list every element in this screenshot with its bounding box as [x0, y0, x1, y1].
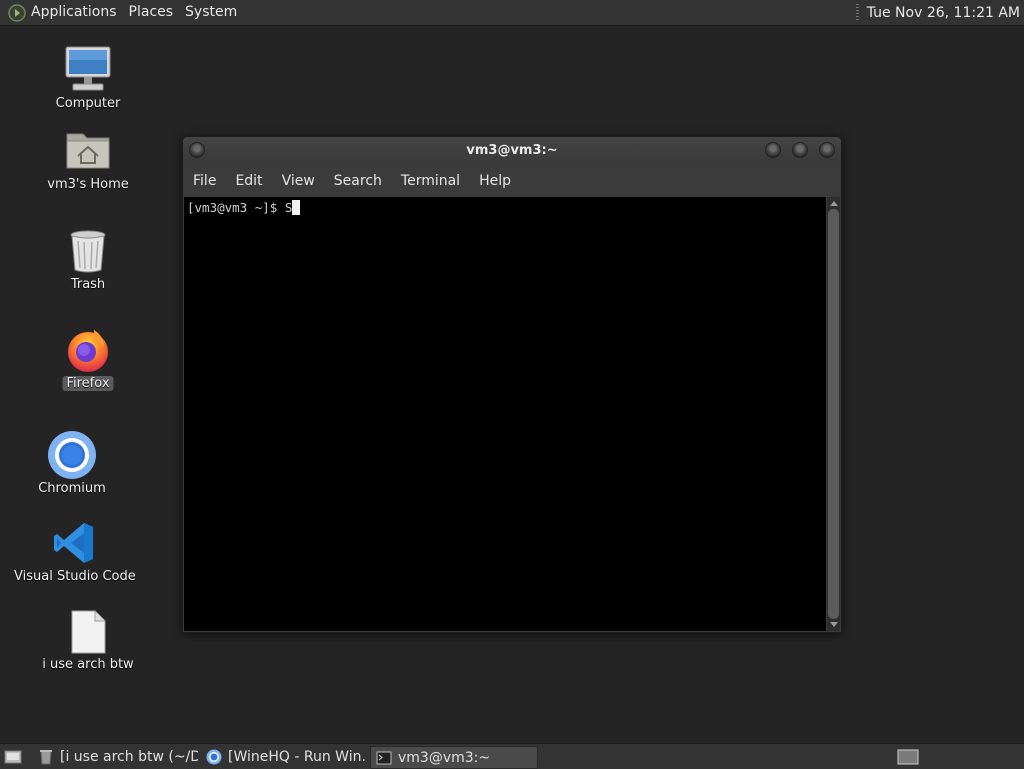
text-file-icon	[69, 610, 107, 658]
desktop-icon-label: Computer	[55, 96, 121, 111]
text-cursor	[292, 200, 301, 215]
applications-menu[interactable]: Applications	[31, 0, 124, 25]
taskbar-item-terminal[interactable]: vm3@vm3:~	[370, 746, 538, 769]
terminal-scrollbar[interactable]	[827, 197, 840, 631]
clock[interactable]: Tue Nov 26, 11:21 AM	[867, 5, 1024, 21]
top-panel: Applications Places System Tue Nov 26, 1…	[0, 0, 1024, 26]
menu-edit[interactable]: Edit	[235, 173, 262, 189]
show-desktop-button[interactable]	[0, 746, 26, 767]
terminal-icon	[376, 750, 392, 766]
window-titlebar[interactable]: vm3@vm3:~	[183, 137, 841, 165]
menu-help[interactable]: Help	[479, 173, 511, 189]
computer-icon	[63, 44, 113, 98]
desktop-icon-trash[interactable]: Trash	[38, 228, 138, 298]
desktop-icon-label: Visual Studio Code	[14, 569, 136, 584]
menu-terminal[interactable]: Terminal	[401, 173, 460, 189]
bottom-panel: [i use arch btw (~/D... [WineHQ - Run Wi…	[0, 743, 1024, 769]
desktop-icon-text-file[interactable]: i use arch btw	[38, 608, 138, 678]
show-desktop-icon	[4, 749, 22, 765]
scroll-up-arrow-icon[interactable]	[830, 201, 838, 206]
chromium-icon	[206, 749, 222, 765]
terminal-prompt: [vm3@vm3 ~]$ S	[187, 200, 293, 215]
desktop-icon-home[interactable]: vm3's Home	[38, 128, 138, 198]
minimize-button[interactable]	[765, 142, 781, 158]
clock-area: Tue Nov 26, 11:21 AM	[855, 0, 1024, 25]
taskbar-item-text-editor[interactable]: [i use arch btw (~/D...	[33, 746, 198, 767]
scroll-thumb[interactable]	[828, 209, 839, 619]
text-editor-icon	[38, 749, 54, 765]
desktop-icon-label: Chromium	[38, 481, 106, 496]
taskbar-item-label: vm3@vm3:~	[398, 749, 491, 766]
menu-file[interactable]: File	[193, 173, 216, 189]
taskbar-item-browser[interactable]: [WineHQ - Run Win...	[201, 746, 367, 767]
terminal-prompt-line: [vm3@vm3 ~]$ S	[187, 200, 301, 215]
home-folder-icon	[64, 128, 112, 176]
distro-logo-icon[interactable]	[8, 3, 26, 22]
desktop-icon-label: i use arch btw	[42, 657, 134, 672]
menu-search[interactable]: Search	[334, 173, 382, 189]
desktop-icon-label: Firefox	[62, 376, 114, 391]
system-menu[interactable]: System	[185, 0, 244, 25]
vscode-icon	[51, 520, 97, 570]
taskbar-item-label: [WineHQ - Run Win...	[228, 748, 367, 765]
trash-icon	[68, 228, 108, 278]
chromium-icon	[47, 430, 97, 484]
menu-view[interactable]: View	[282, 173, 315, 189]
maximize-button[interactable]	[792, 142, 808, 158]
close-button[interactable]	[819, 142, 835, 158]
desktop-icon-label: vm3's Home	[47, 177, 129, 192]
desktop-icon-label: Trash	[70, 277, 106, 292]
terminal-window[interactable]: vm3@vm3:~ File Edit View Search Terminal…	[182, 136, 842, 633]
desktop-icon-vscode[interactable]: Visual Studio Code	[14, 520, 136, 590]
workspace-switcher[interactable]	[897, 746, 921, 767]
places-menu[interactable]: Places	[129, 0, 181, 25]
terminal-output[interactable]: [vm3@vm3 ~]$ S	[184, 197, 826, 631]
firefox-icon	[64, 326, 112, 378]
scroll-down-arrow-icon[interactable]	[830, 622, 838, 627]
panel-menu: Applications Places System	[31, 0, 249, 25]
window-title: vm3@vm3:~	[466, 143, 558, 158]
taskbar-item-label: [i use arch btw (~/D...	[60, 748, 198, 765]
desktop-icon-firefox[interactable]: Firefox	[38, 326, 138, 396]
panel-handle[interactable]	[855, 4, 859, 21]
desktop-icon-chromium[interactable]: Chromium	[22, 430, 122, 500]
workspace-icon	[897, 749, 919, 765]
terminal-menubar: File Edit View Search Terminal Help	[183, 165, 841, 197]
desktop-icon-computer[interactable]: Computer	[38, 42, 138, 116]
